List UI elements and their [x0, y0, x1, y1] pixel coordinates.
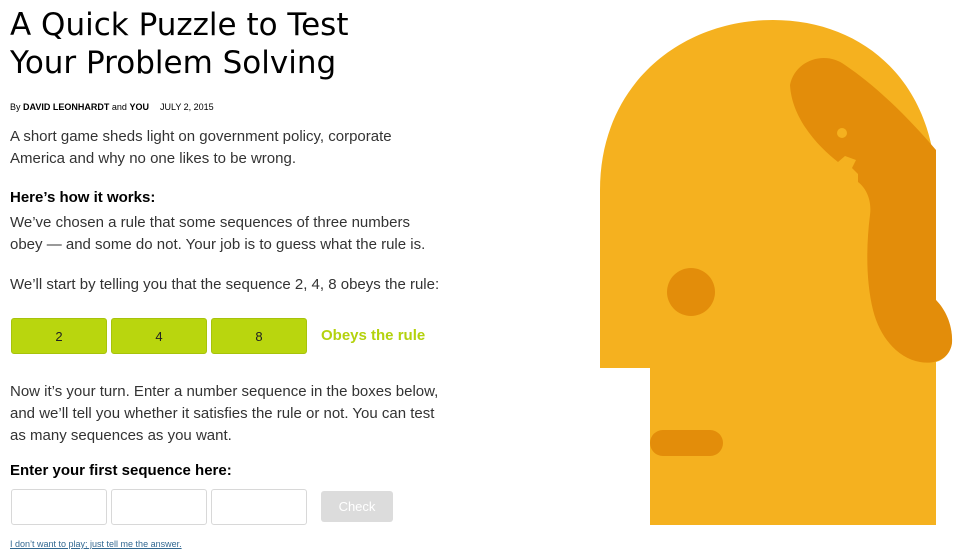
summary-line: A short game sheds light on government p…	[10, 128, 392, 145]
ear-shape	[667, 268, 715, 316]
example-number-1: 2	[11, 318, 107, 354]
head-profile-illustration	[600, 20, 953, 525]
your-turn-text: Now it’s your turn. Enter a number seque…	[10, 381, 438, 447]
summary-line: America and why no one likes to be wrong…	[10, 150, 296, 167]
eye-dot	[837, 128, 847, 138]
byline-author: DAVID LEONHARDT	[23, 102, 110, 112]
turn-line: and we’ll tell you whether it satisfies …	[10, 405, 435, 422]
byline-conj: and	[111, 102, 127, 112]
byline-prefix: By	[10, 102, 21, 112]
obeys-rule-label: Obeys the rule	[321, 327, 426, 344]
check-button[interactable]: Check	[321, 491, 393, 522]
mouth-shape	[650, 430, 723, 456]
skip-link[interactable]: I don’t want to play; just tell me the a…	[10, 539, 182, 549]
headline: A Quick Puzzle to Test Your Problem Solv…	[10, 6, 480, 82]
byline: By DAVID LEONHARDT and YOU JULY 2, 2015	[10, 102, 214, 112]
example-number-3: 8	[211, 318, 307, 354]
headline-line-1: A Quick Puzzle to Test	[10, 7, 349, 43]
headline-line-2: Your Problem Solving	[10, 45, 337, 81]
entry-heading: Enter your first sequence here:	[10, 462, 232, 479]
how-it-works-heading: Here’s how it works:	[10, 189, 156, 206]
sequence-input-2[interactable]	[111, 489, 207, 525]
turn-line: as many sequences as you want.	[10, 427, 232, 444]
rule-description: We’ve chosen a rule that some sequences …	[10, 212, 425, 256]
start-sentence: We’ll start by telling you that the sequ…	[10, 274, 439, 296]
byline-date: JULY 2, 2015	[159, 102, 214, 112]
rule-line: We’ve chosen a rule that some sequences …	[10, 214, 410, 231]
start-line: We’ll start by telling you that the sequ…	[10, 276, 440, 293]
example-number-2: 4	[111, 318, 207, 354]
byline-coauthor: YOU	[129, 102, 149, 112]
sequence-input-3[interactable]	[211, 489, 307, 525]
rule-line: obey — and some do not. Your job is to g…	[10, 236, 426, 253]
turn-line: Now it’s your turn. Enter a number seque…	[10, 383, 439, 400]
sequence-input-1[interactable]	[11, 489, 107, 525]
summary: A short game sheds light on government p…	[10, 126, 392, 170]
